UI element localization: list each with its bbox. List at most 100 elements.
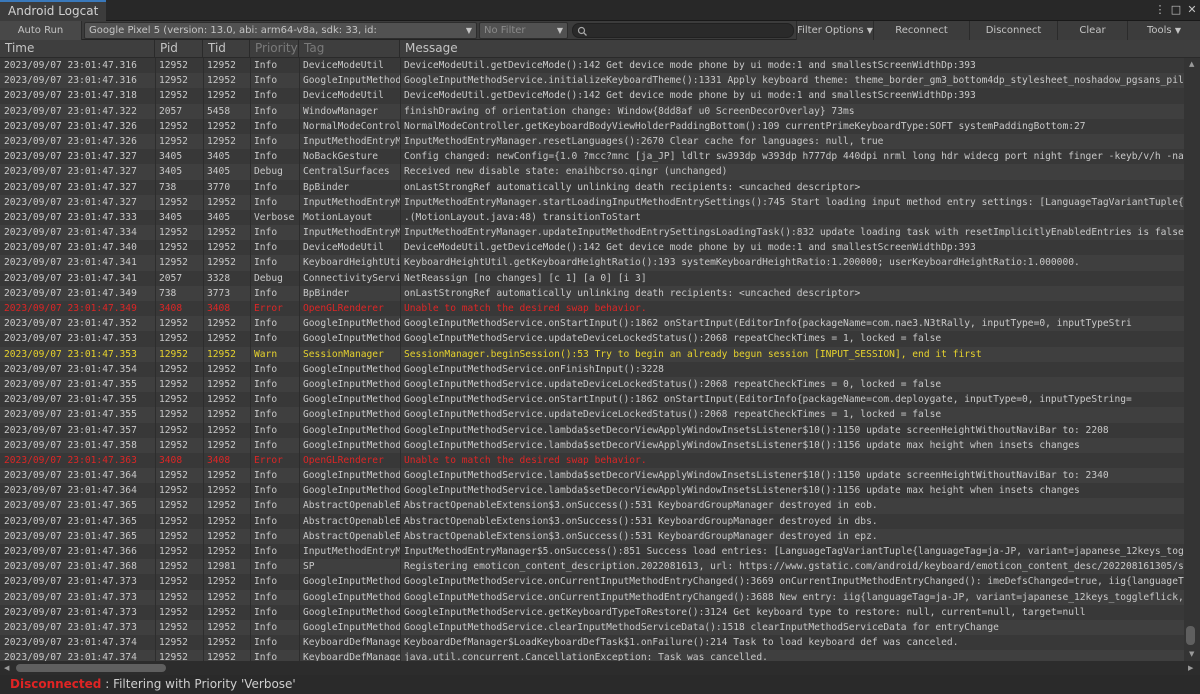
column-message[interactable]: Message <box>400 40 1200 58</box>
log-row[interactable]: 2023/09/07 23:01:47.327 3405 3405 Info NoBac… <box>0 149 1184 164</box>
log-row[interactable]: 2023/09/07 23:01:47.358 12952 12952 Info Goo… <box>0 437 1184 453</box>
window-tab[interactable]: Android Logcat <box>0 0 107 21</box>
filter-options-button[interactable]: Filter Options ▼ <box>796 21 874 40</box>
cell-tag: BpBinder <box>303 287 350 299</box>
log-row[interactable]: 2023/09/07 23:01:47.355 12952 12952 Info Goo… <box>0 407 1184 423</box>
cell-message: InputMethodEntryManager.updateInputMetho… <box>404 227 1184 239</box>
device-dropdown[interactable]: Google Pixel 5 (version: 13.0, abi: arm6… <box>84 22 477 39</box>
maximize-icon[interactable]: □ <box>1168 2 1184 18</box>
log-row[interactable]: 2023/09/07 23:01:47.373 12952 12952 Info Goo… <box>0 605 1184 620</box>
horizontal-scroll-thumb[interactable] <box>16 664 166 672</box>
cell-tid: 12952 <box>207 135 236 147</box>
cell-tag: InputMethodEntryM <box>303 135 400 147</box>
column-tag[interactable]: Tag <box>299 40 400 58</box>
column-divider <box>155 58 156 661</box>
log-row[interactable]: 2023/09/07 23:01:47.355 12952 12952 Info Goo… <box>0 392 1184 407</box>
cell-time: 2023/09/07 23:01:47.355 <box>4 378 137 390</box>
log-row[interactable]: 2023/09/07 23:01:47.363 3408 3408 Error Open… <box>0 453 1184 468</box>
reconnect-button[interactable]: Reconnect <box>874 21 970 40</box>
cell-pid: 12952 <box>159 546 188 557</box>
cell-time: 2023/09/07 23:01:47.364 <box>4 470 137 482</box>
cell-pid: 12952 <box>159 196 188 208</box>
log-row[interactable]: 2023/09/07 23:01:47.349 3408 3408 Error Open… <box>0 301 1184 316</box>
log-row[interactable]: 2023/09/07 23:01:47.352 12952 12952 Info Goo… <box>0 316 1184 332</box>
log-row[interactable]: 2023/09/07 23:01:47.316 12952 12952 Info Dev… <box>0 58 1184 73</box>
log-row[interactable]: 2023/09/07 23:01:47.354 12952 12952 Info Goo… <box>0 362 1184 377</box>
cell-tag: CentralSurfaces <box>303 166 390 178</box>
scroll-left-icon[interactable]: ◀ <box>4 664 9 672</box>
log-row[interactable]: 2023/09/07 23:01:47.357 12952 12952 Info Goo… <box>0 423 1184 438</box>
log-row[interactable]: 2023/09/07 23:01:47.318 12952 12952 Info Dev… <box>0 88 1184 103</box>
cell-priority: Error <box>254 454 283 466</box>
cell-tid: 12952 <box>207 439 236 451</box>
log-row[interactable]: 2023/09/07 23:01:47.340 12952 12952 Info Dev… <box>0 240 1184 255</box>
log-row[interactable]: 2023/09/07 23:01:47.355 12952 12952 Info Goo… <box>0 376 1184 393</box>
log-row[interactable]: 2023/09/07 23:01:47.341 12952 12952 Info Key… <box>0 255 1184 271</box>
log-row[interactable]: 2023/09/07 23:01:47.373 12952 12952 Info Goo… <box>0 619 1184 636</box>
log-row[interactable]: 2023/09/07 23:01:47.326 12952 12952 Info Inp… <box>0 133 1184 150</box>
cell-priority: Warn <box>254 348 278 360</box>
log-row[interactable]: 2023/09/07 23:01:47.373 12952 12952 Info Goo… <box>0 589 1184 605</box>
log-row[interactable]: 2023/09/07 23:01:47.326 12952 12952 Info Nor… <box>0 119 1184 134</box>
log-row[interactable]: 2023/09/07 23:01:47.327 3405 3405 Debug Cent… <box>0 164 1184 180</box>
column-priority[interactable]: Priority <box>250 40 299 58</box>
cell-tid: 12952 <box>207 470 236 482</box>
cell-priority: Info <box>254 576 278 588</box>
cell-time: 2023/09/07 23:01:47.357 <box>4 424 137 436</box>
cell-priority: Info <box>254 621 278 633</box>
cell-tag: KeyboardHeightUti <box>303 257 400 269</box>
auto-run-button[interactable]: Auto Run <box>0 21 82 40</box>
horizontal-scrollbar[interactable]: ◀ ▶ <box>0 661 1200 675</box>
tools-menu-button[interactable]: Tools ▼ <box>1128 21 1200 40</box>
log-row[interactable]: 2023/09/07 23:01:47.365 12952 12952 Info Abs… <box>0 528 1184 544</box>
filter-dropdown[interactable]: No Filter ▼ <box>479 22 568 39</box>
close-icon[interactable]: ✕ <box>1184 2 1200 18</box>
log-row[interactable]: 2023/09/07 23:01:47.316 12952 12952 Info Goo… <box>0 73 1184 89</box>
log-row[interactable]: 2023/09/07 23:01:47.353 12952 12952 Warn Ses… <box>0 346 1184 362</box>
log-row[interactable]: 2023/09/07 23:01:47.365 12952 12952 Info Abs… <box>0 498 1184 514</box>
cell-tag: InputMethodEntryM <box>303 227 400 239</box>
scroll-right-icon[interactable]: ▶ <box>1188 664 1193 672</box>
cell-tag: BpBinder <box>303 181 350 193</box>
log-row[interactable]: 2023/09/07 23:01:47.322 2057 5458 Info Windo… <box>0 103 1184 119</box>
log-row[interactable]: 2023/09/07 23:01:47.373 12952 12952 Info Goo… <box>0 574 1184 589</box>
clear-button[interactable]: Clear <box>1058 21 1128 40</box>
log-row[interactable]: 2023/09/07 23:01:47.341 2057 3328 Debug Conn… <box>0 271 1184 286</box>
log-row[interactable]: 2023/09/07 23:01:47.374 12952 12952 Info Key… <box>0 650 1184 661</box>
cell-message: finishDrawing of orientation change: Win… <box>404 105 855 117</box>
log-row[interactable]: 2023/09/07 23:01:47.353 12952 12952 Info Goo… <box>0 331 1184 346</box>
column-time[interactable]: Time <box>0 40 155 58</box>
log-row[interactable]: 2023/09/07 23:01:47.327 12952 12952 Info Inp… <box>0 194 1184 210</box>
cell-tag: InputMethodEntryM <box>303 546 400 557</box>
cell-tid: 12952 <box>207 637 236 649</box>
cell-pid: 12952 <box>159 515 188 527</box>
disconnect-button[interactable]: Disconnect <box>970 21 1058 40</box>
log-row[interactable]: 2023/09/07 23:01:47.366 12952 12952 Info Inp… <box>0 544 1184 559</box>
vertical-scroll-thumb[interactable] <box>1186 626 1195 645</box>
cell-time: 2023/09/07 23:01:47.326 <box>4 120 137 132</box>
log-row[interactable]: 2023/09/07 23:01:47.327 738 3770 Info BpBind… <box>0 180 1184 195</box>
column-pid[interactable]: Pid <box>155 40 203 58</box>
cell-tag: DeviceModeUtil <box>303 90 384 102</box>
cell-tag: GoogleInputMethod <box>303 470 400 482</box>
log-row[interactable]: 2023/09/07 23:01:47.349 738 3773 Info BpBind… <box>0 285 1184 301</box>
scroll-up-icon[interactable]: ▲ <box>1189 60 1194 68</box>
log-row[interactable]: 2023/09/07 23:01:47.368 12952 12981 Info SP R… <box>0 559 1184 575</box>
log-row[interactable]: 2023/09/07 23:01:47.374 12952 12952 Info Key… <box>0 635 1184 650</box>
search-input[interactable] <box>572 23 794 38</box>
log-row[interactable]: 2023/09/07 23:01:47.364 12952 12952 Info Goo… <box>0 468 1184 484</box>
more-options-icon[interactable]: ⋮ <box>1152 2 1168 18</box>
log-row[interactable]: 2023/09/07 23:01:47.365 12952 12952 Info Abs… <box>0 514 1184 529</box>
log-list[interactable]: 2023/09/07 23:01:47.316 12952 12952 Info Dev… <box>0 58 1184 661</box>
title-bar: Android Logcat ⋮ □ ✕ <box>0 0 1200 21</box>
toolbar: Auto Run Google Pixel 5 (version: 13.0, … <box>0 21 1200 40</box>
vertical-scrollbar[interactable]: ▲ ▼ <box>1184 58 1200 661</box>
column-tid[interactable]: Tid <box>203 40 250 58</box>
cell-tid: 3405 <box>207 166 231 178</box>
cell-pid: 738 <box>159 287 177 299</box>
cell-time: 2023/09/07 23:01:47.326 <box>4 135 137 147</box>
log-row[interactable]: 2023/09/07 23:01:47.334 12952 12952 Info Inp… <box>0 225 1184 241</box>
scroll-down-icon[interactable]: ▼ <box>1189 650 1194 658</box>
log-row[interactable]: 2023/09/07 23:01:47.364 12952 12952 Info Goo… <box>0 483 1184 498</box>
log-row[interactable]: 2023/09/07 23:01:47.333 3405 3405 Verbose Mo… <box>0 210 1184 225</box>
